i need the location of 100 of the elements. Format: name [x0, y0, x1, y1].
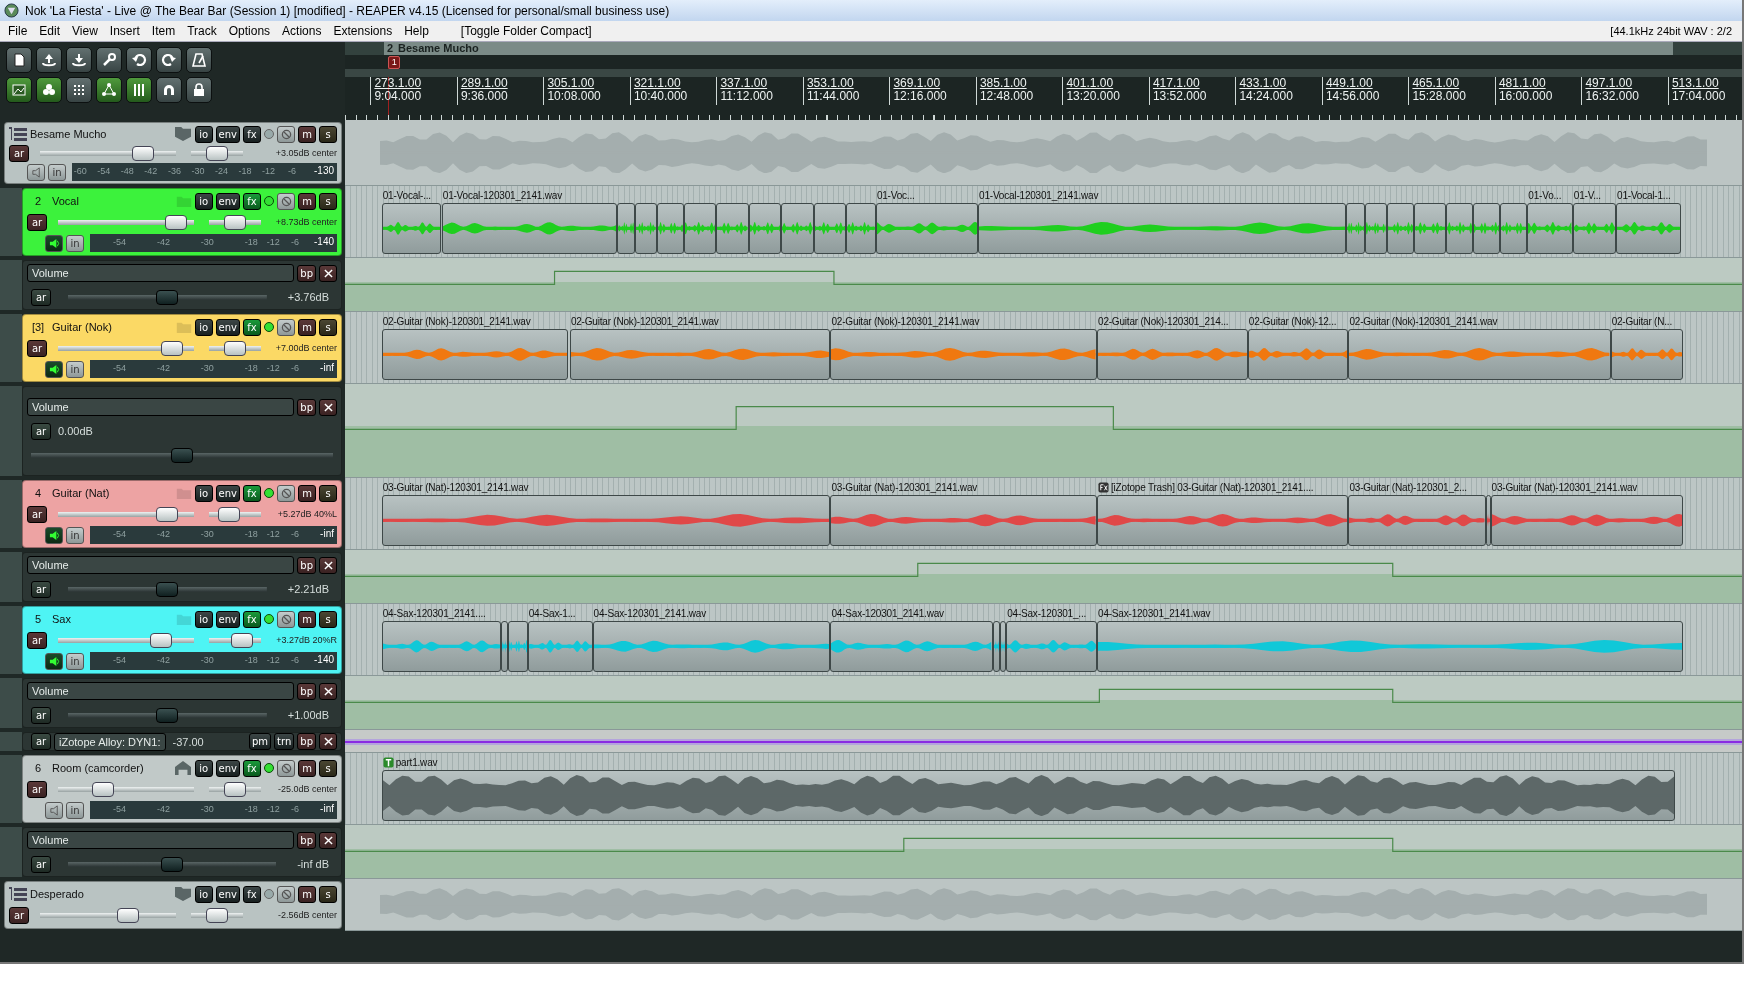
track-panel[interactable]: 4 Guitar (Nat) io env fx m s ar +5.27dB 40%L in -54 -42 -30 -18 -12 -6 -inf [22, 480, 342, 548]
item-label: 03-Guitar (Nat)-120301_2141.wav [1491, 482, 1638, 493]
record-arm-button[interactable]: ar [27, 505, 47, 523]
bypass-button[interactable]: bp [297, 682, 316, 700]
menu-item[interactable]: Item [145, 24, 182, 38]
mute-button[interactable]: m [298, 192, 316, 210]
io-button[interactable]: io [194, 125, 213, 143]
bypass-button[interactable]: bp [297, 556, 316, 574]
record-arm-button[interactable]: ar [31, 733, 51, 750]
track-panel[interactable]: 5 Sax io env fx m s ar +3.27dB 20%R in -54 -42 -30 -18 -12 -6 -140 [22, 606, 342, 674]
fx-button[interactable]: fx [243, 318, 261, 336]
io-button[interactable]: io [194, 759, 213, 777]
track-name[interactable]: Desperado [30, 888, 171, 900]
bypass-button[interactable]: bp [297, 733, 316, 750]
io-button[interactable]: io [194, 885, 213, 903]
track-name[interactable]: Guitar (Nat) [52, 487, 173, 499]
envelope-name-field[interactable]: iZotope Alloy: DYN1: [54, 732, 166, 751]
marker-flag[interactable]: 1 [388, 56, 401, 69]
solo-button[interactable]: s [319, 759, 337, 777]
menu-item[interactable]: Help [398, 24, 435, 38]
record-arm-button[interactable]: ar [31, 855, 51, 873]
mute-button[interactable]: m [298, 759, 316, 777]
envelope-button[interactable]: env [215, 125, 240, 143]
region-bar[interactable]: 2 Besame Mucho [383, 42, 1674, 55]
record-arm-button[interactable]: ar [31, 706, 51, 724]
mute-button[interactable]: m [298, 125, 316, 143]
meter-peak-readout: -140 [314, 654, 334, 665]
mute-button[interactable]: m [298, 610, 316, 628]
envelope-name-field[interactable]: Volume [27, 831, 295, 849]
solo-button[interactable]: s [319, 192, 337, 210]
fx-button[interactable]: fx [243, 125, 261, 143]
menu-item[interactable]: File [2, 24, 34, 38]
fx-button[interactable]: fx [243, 192, 261, 210]
mute-button[interactable]: m [298, 318, 316, 336]
menu-item[interactable]: Insert [103, 24, 146, 38]
record-arm-button[interactable]: ar [27, 213, 47, 231]
envelope-name-field[interactable]: Volume [27, 682, 295, 700]
input-button[interactable]: in [66, 234, 84, 252]
solo-button[interactable]: s [319, 125, 337, 143]
fx-button[interactable]: fx [243, 610, 261, 628]
record-arm-button[interactable]: ar [9, 144, 29, 162]
input-button[interactable]: in [66, 652, 84, 670]
track-panel[interactable]: Besame Mucho io env fx m s ar +3.05dB center in -60 -54 -48 -42 -36 -30 -24 -18 -12 -6 -130 [4, 122, 342, 184]
solo-button[interactable]: s [319, 318, 337, 336]
io-button[interactable]: io [194, 610, 213, 628]
input-button[interactable]: in [66, 526, 84, 544]
io-button[interactable]: io [194, 484, 213, 502]
track-panel[interactable]: [3] Guitar (Nok) io env fx m s ar +7.00dB center in -54 -42 -30 -18 -12 -6 -inf [22, 314, 342, 382]
input-button[interactable]: in [66, 360, 84, 378]
envelope-button[interactable]: env [215, 610, 240, 628]
track-panel[interactable]: 6 Room (camcorder) io env fx m s ar -25.0dB center in -54 -42 -30 -18 -12 -6 -inf [22, 755, 342, 823]
track-name[interactable]: Sax [52, 613, 173, 625]
solo-button[interactable]: s [319, 885, 337, 903]
envelope-button[interactable]: env [215, 318, 240, 336]
record-arm-button[interactable]: ar [27, 780, 47, 798]
fx-button[interactable]: fx [243, 885, 261, 903]
menu-item[interactable]: [Toggle Folder Compact] [454, 24, 598, 38]
menu-item[interactable]: Extensions [327, 24, 399, 38]
menu-item[interactable]: View [66, 24, 104, 38]
envelope-name-field[interactable]: Volume [27, 556, 295, 574]
menu-item[interactable]: Options [222, 24, 277, 38]
record-arm-button[interactable]: ar [9, 906, 29, 924]
solo-button[interactable]: s [319, 610, 337, 628]
solo-button[interactable]: s [319, 484, 337, 502]
meter-scale-label: -18 [244, 804, 258, 814]
track-name[interactable]: Room (camcorder) [52, 762, 171, 774]
learn-button[interactable]: trn [274, 733, 295, 750]
record-arm-button[interactable]: ar [31, 422, 51, 440]
envelope-button[interactable]: env [215, 885, 240, 903]
envelope-name-field[interactable]: Volume [27, 398, 295, 416]
mute-button[interactable]: m [298, 885, 316, 903]
io-button[interactable]: io [194, 318, 213, 336]
meter-scale-label: -54 [113, 237, 127, 247]
envelope-button[interactable]: env [215, 192, 240, 210]
fx-button[interactable]: fx [243, 759, 261, 777]
menu-item[interactable]: Track [181, 24, 223, 38]
input-button[interactable]: in [66, 801, 84, 819]
record-arm-button[interactable]: ar [27, 631, 47, 649]
envelope-button[interactable]: env [215, 484, 240, 502]
io-button[interactable]: io [194, 192, 213, 210]
track-name[interactable]: Guitar (Nok) [52, 321, 173, 333]
bypass-button[interactable]: bp [297, 264, 316, 282]
track-panel[interactable]: 2 Vocal io env fx m s ar +8.73dB center in -54 -42 -30 -18 -12 -6 -140 [22, 188, 342, 256]
envelope-name-field[interactable]: Volume [27, 264, 295, 282]
track-name[interactable]: Besame Mucho [30, 128, 171, 140]
track-panel[interactable]: Desperado io env fx m s ar -2.56dB center [4, 881, 342, 929]
record-arm-button[interactable]: ar [27, 339, 47, 357]
input-button[interactable]: in [48, 163, 66, 181]
record-arm-button[interactable]: ar [31, 580, 51, 598]
mute-button[interactable]: m [298, 484, 316, 502]
envelope-button[interactable]: env [215, 759, 240, 777]
bypass-button[interactable]: bp [297, 398, 316, 416]
fx-button[interactable]: fx [243, 484, 261, 502]
mode-button[interactable]: pm [249, 733, 272, 750]
bar-position-label: 353.1.00 [806, 77, 855, 90]
bypass-button[interactable]: bp [297, 831, 316, 849]
record-arm-button[interactable]: ar [31, 288, 51, 306]
menu-item[interactable]: Edit [33, 24, 67, 38]
track-name[interactable]: Vocal [52, 195, 173, 207]
menu-item[interactable]: Actions [276, 24, 328, 38]
